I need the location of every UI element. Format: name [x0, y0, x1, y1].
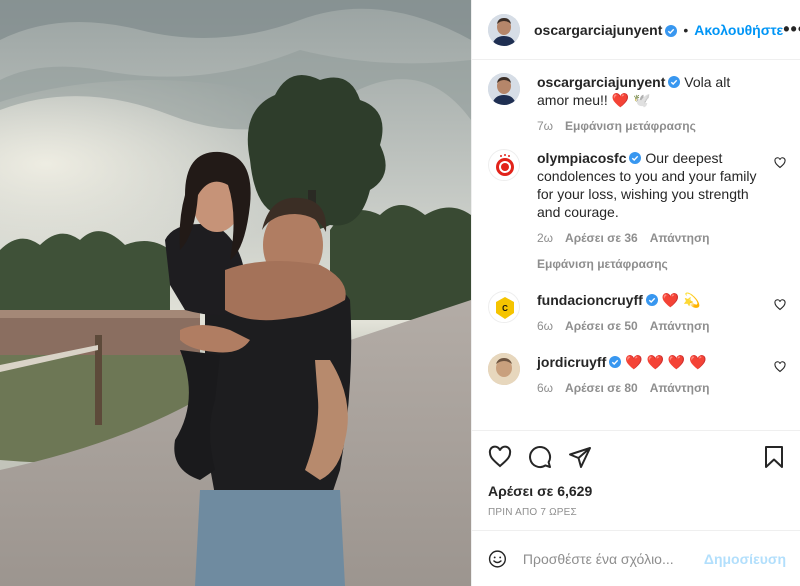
svg-text:C: C [502, 304, 508, 313]
author-avatar[interactable] [488, 13, 520, 46]
comment-body: fundacioncruyff ❤️ 💫 6ω Αρέσει σε 50 Απά… [537, 291, 786, 335]
verified-badge-icon [668, 74, 681, 88]
post-photo[interactable] [0, 0, 471, 586]
heart-emoji: ❤️ [611, 92, 630, 108]
comment-meta: 2ω Αρέσει σε 36 Απάντηση [537, 229, 764, 247]
dizzy-emoji: 💫 [683, 292, 701, 308]
reply-button[interactable]: Απάντηση [650, 317, 710, 335]
comment-meta: 6ω Αρέσει σε 80 Απάντηση [537, 379, 764, 397]
comment-like-heart-icon[interactable] [774, 299, 786, 311]
caption: oscargarciajunyent Vola alt amor meu!! ❤… [488, 73, 786, 135]
emoji-icon[interactable] [488, 547, 507, 571]
caption-username[interactable]: oscargarciajunyent [537, 74, 665, 90]
action-icons [488, 441, 786, 473]
heart-icon[interactable] [488, 445, 512, 469]
caption-age[interactable]: 7ω [537, 117, 553, 135]
instagram-post-modal: oscargarciajunyent • Ακολουθήστε ••• [0, 0, 800, 586]
caption-translate-link[interactable]: Εμφάνιση μετάφρασης [565, 117, 696, 135]
share-icon[interactable] [568, 445, 592, 469]
olympiacos-logo-icon [490, 151, 519, 180]
verified-badge-icon [645, 292, 658, 306]
comment-username[interactable]: jordicruyff [537, 354, 606, 370]
post-actions: Αρέσει σε 6,629 ΠΡΙΝ ΑΠΟ 7 ΩΡΕΣ [472, 430, 800, 518]
more-options-icon[interactable]: ••• [783, 19, 800, 40]
heart-emoji: ❤️ [661, 292, 680, 308]
comment-age[interactable]: 6ω [537, 317, 553, 335]
comments-list[interactable]: oscargarciajunyent Vola alt amor meu!! ❤… [472, 61, 800, 429]
post-side-panel: oscargarciajunyent • Ακολουθήστε ••• [471, 0, 800, 586]
comment-likes[interactable]: Αρέσει σε 80 [565, 379, 638, 397]
comment-username[interactable]: fundacioncruyff [537, 292, 643, 308]
comment-like-heart-icon[interactable] [774, 361, 786, 373]
post-comment-button[interactable]: Δημοσίευση [704, 551, 786, 567]
comment-item: olympiacosfc Our deepest condolences to … [488, 149, 786, 273]
photo-illustration [0, 0, 471, 586]
like-count[interactable]: Αρέσει σε 6,629 [488, 483, 786, 499]
comment-body: olympiacosfc Our deepest condolences to … [537, 149, 786, 273]
comment-username[interactable]: olympiacosfc [537, 150, 626, 166]
post-header: oscargarciajunyent • Ακολουθήστε ••• [472, 0, 800, 60]
comment-age[interactable]: 6ω [537, 379, 553, 397]
comment-avatar[interactable] [488, 149, 520, 181]
caption-meta: 7ω Εμφάνιση μετάφρασης [537, 117, 764, 135]
comment-like-heart-icon[interactable] [774, 157, 786, 169]
comment-item: C fundacioncruyff ❤️ 💫 6ω Αρέσει σε 50 Α… [488, 291, 786, 335]
reply-button[interactable]: Απάντηση [650, 379, 710, 397]
caption-body: oscargarciajunyent Vola alt amor meu!! ❤… [537, 73, 786, 135]
avatar-image [488, 353, 520, 385]
cruyff-foundation-logo-icon: C [490, 293, 519, 322]
bookmark-icon[interactable] [762, 445, 786, 469]
author-username[interactable]: oscargarciajunyent [534, 22, 662, 38]
comment-input[interactable] [522, 550, 704, 567]
follow-button[interactable]: Ακολουθήστε [694, 22, 783, 38]
comment-age[interactable]: 2ω [537, 229, 553, 247]
comment-likes[interactable]: Αρέσει σε 50 [565, 317, 638, 335]
comment-meta: 6ω Αρέσει σε 50 Απάντηση [537, 317, 764, 335]
comment-avatar[interactable] [488, 353, 520, 385]
caption-avatar[interactable] [488, 73, 520, 105]
reply-button[interactable]: Απάντηση [650, 229, 710, 247]
post-timestamp[interactable]: ΠΡΙΝ ΑΠΟ 7 ΩΡΕΣ [488, 507, 786, 518]
add-comment-bar: Δημοσίευση [472, 530, 800, 586]
dove-emoji: 🕊️ [633, 92, 651, 108]
verified-badge-icon [609, 354, 622, 368]
comment-likes[interactable]: Αρέσει σε 36 [565, 229, 638, 247]
comment-translate-link[interactable]: Εμφάνιση μετάφρασης [537, 255, 764, 273]
comment-body: jordicruyff ❤️ ❤️ ❤️ ❤️ 6ω Αρέσει σε 80 … [537, 353, 786, 397]
verified-badge-icon [665, 24, 678, 37]
avatar-image [488, 13, 520, 46]
separator-dot: • [683, 21, 689, 38]
avatar-image [488, 73, 520, 105]
comment-icon[interactable] [528, 445, 552, 469]
hearts-emoji: ❤️ ❤️ ❤️ ❤️ [625, 354, 707, 370]
comment-item: jordicruyff ❤️ ❤️ ❤️ ❤️ 6ω Αρέσει σε 80 … [488, 353, 786, 397]
verified-badge-icon [629, 150, 642, 164]
comment-avatar[interactable]: C [488, 291, 520, 323]
